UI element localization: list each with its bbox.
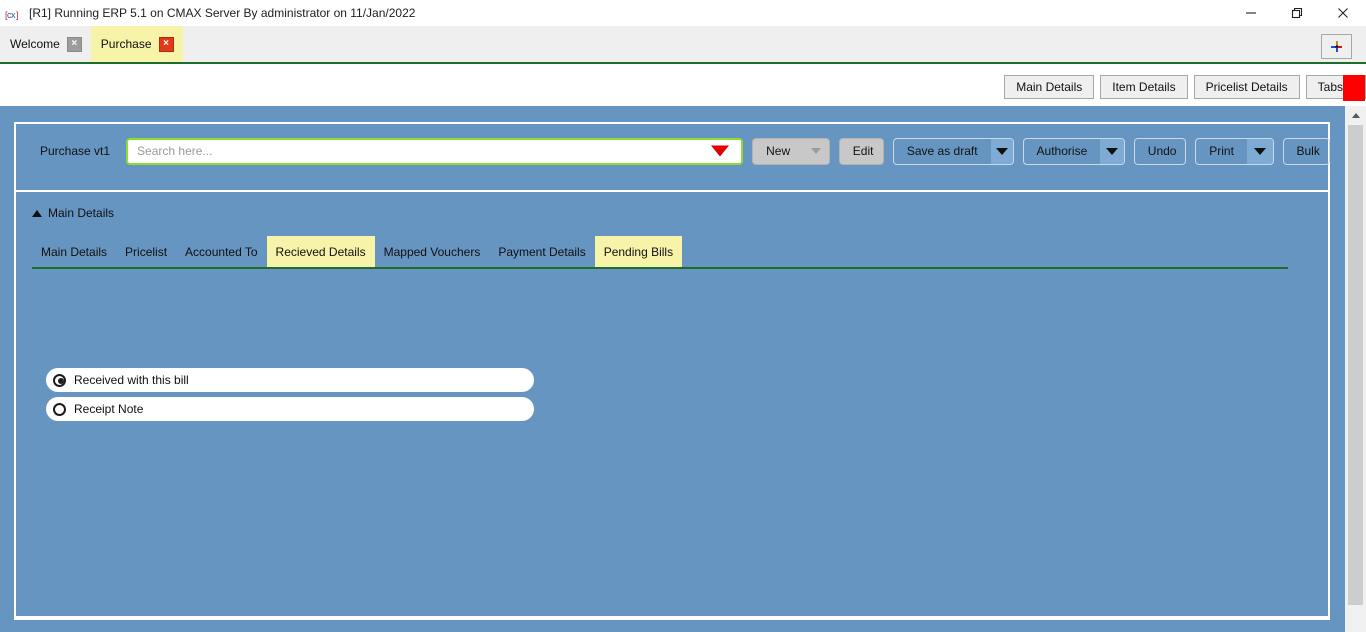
search-dropdown-caret-icon[interactable] [711, 145, 730, 157]
print-button[interactable]: Print [1195, 137, 1274, 165]
edit-button-label: Edit [852, 144, 874, 158]
radio-receipt-note[interactable]: Receipt Note [46, 397, 534, 421]
print-button-label: Print [1209, 144, 1234, 158]
radio-received-with-this-bill[interactable]: Received with this bill [46, 368, 534, 392]
window-title-bar: [R1] Running ERP 5.1 on CMAX Server By a… [0, 0, 1366, 26]
authorise-button-label: Authorise [1036, 144, 1088, 158]
new-button-label: New [766, 144, 791, 158]
chevron-down-icon [995, 147, 1008, 155]
app-tab-welcome-label: Welcome [10, 37, 60, 51]
app-tab-purchase[interactable]: Purchase × [90, 26, 183, 62]
authorise-button[interactable]: Authorise [1022, 137, 1125, 165]
secondary-toolbar: Main Details Item Details Pricelist Deta… [0, 62, 1366, 106]
add-tab-button[interactable] [1321, 34, 1352, 59]
caret-up-icon [32, 209, 42, 217]
search-placeholder: Search here... [137, 144, 213, 158]
app-tab-welcome-close-icon[interactable]: × [66, 36, 82, 52]
main-details-section-title: Main Details [48, 206, 115, 220]
toolbar-button-pricelist-details[interactable]: Pricelist Details [1193, 75, 1300, 99]
undo-button[interactable]: Undo [1133, 137, 1187, 165]
chevron-down-icon [1106, 147, 1119, 155]
radio-unselected-icon[interactable] [53, 402, 66, 416]
edit-button[interactable]: Edit [838, 137, 884, 165]
radio-received-with-this-bill-label: Received with this bill [74, 373, 189, 387]
chevron-down-icon [1253, 147, 1266, 155]
tab-mapped-vouchers[interactable]: Mapped Vouchers [375, 236, 490, 267]
save-as-draft-button[interactable]: Save as draft [892, 137, 1014, 165]
minimize-icon[interactable] [1228, 0, 1274, 26]
app-tab-welcome[interactable]: Welcome × [0, 26, 91, 62]
main-details-panel: Main Details Main Details Pricelist Acco… [14, 190, 1330, 618]
radio-receipt-note-label: Receipt Note [74, 402, 144, 416]
restore-icon[interactable] [1274, 0, 1320, 26]
bulk-button[interactable]: Bulk [1282, 137, 1331, 165]
save-as-draft-dropdown-button[interactable] [990, 138, 1013, 164]
app-tab-purchase-close-icon[interactable]: × [158, 36, 174, 52]
bulk-button-label: Bulk [1296, 144, 1320, 158]
vertical-scrollbar[interactable] [1345, 106, 1366, 632]
save-as-draft-button-label: Save as draft [906, 144, 978, 158]
tab-pricelist[interactable]: Pricelist [116, 236, 176, 267]
main-details-section-header[interactable]: Main Details [32, 206, 114, 220]
secondary-toolbar-buttons: Main Details Item Details Pricelist Deta… [1004, 75, 1366, 101]
details-tab-row: Main Details Pricelist Accounted To Reci… [32, 236, 1288, 269]
toolbar-button-main-details[interactable]: Main Details [1004, 75, 1095, 99]
app-tab-purchase-label: Purchase [100, 37, 152, 51]
toolbar-button-item-details[interactable]: Item Details [1100, 75, 1188, 99]
authorise-dropdown-button[interactable] [1100, 138, 1124, 164]
tab-pending-bills[interactable]: Pending Bills [594, 236, 683, 267]
tab-accounted-to[interactable]: Accounted To [176, 236, 267, 267]
workspace: Purchase vt1 Search here... New Edit Sav… [0, 106, 1366, 632]
toolbar-button-tabs[interactable]: Tabs [1305, 75, 1366, 101]
red-marker-overlay [1343, 75, 1365, 101]
tab-list: Welcome × Purchase × [0, 26, 183, 62]
toolbar-button-tabs-label: Tabs [1317, 80, 1343, 94]
application-tab-strip: Welcome × Purchase × [0, 26, 1366, 62]
new-dropdown-button[interactable] [803, 138, 829, 164]
search-input[interactable]: Search here... [126, 137, 744, 165]
scrollbar-thumb[interactable] [1348, 125, 1363, 605]
record-action-bar: Purchase vt1 Search here... New Edit Sav… [14, 122, 1331, 180]
form-canvas: Purchase vt1 Search here... New Edit Sav… [0, 106, 1345, 632]
radio-selected-icon[interactable] [53, 373, 66, 387]
window-controls [1228, 0, 1366, 26]
tab-recieved-details[interactable]: Recieved Details [266, 236, 375, 267]
scroll-up-button[interactable] [1345, 106, 1366, 125]
print-dropdown-button[interactable] [1246, 138, 1273, 164]
scroll-up-arrow-icon [1351, 113, 1360, 118]
receipt-mode-radio-group: Received with this bill Receipt Note [46, 368, 534, 426]
tab-main-details[interactable]: Main Details [32, 236, 116, 267]
undo-button-label: Undo [1147, 144, 1177, 158]
close-icon[interactable] [1320, 0, 1366, 26]
plus-icon [1331, 41, 1342, 52]
new-button[interactable]: New [752, 137, 830, 165]
app-icon [5, 5, 22, 23]
chevron-down-icon [810, 148, 821, 154]
entity-label: Purchase vt1 [40, 144, 111, 158]
tab-payment-details[interactable]: Payment Details [489, 236, 594, 267]
window-title: [R1] Running ERP 5.1 on CMAX Server By a… [29, 6, 416, 20]
